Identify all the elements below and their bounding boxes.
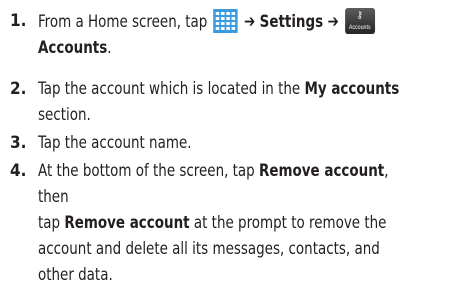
step-text-part: tap <box>38 213 61 233</box>
key-icon: ⚷ <box>356 10 363 21</box>
my-accounts-label: My accounts <box>304 79 400 99</box>
accounts-label: Accounts <box>38 38 108 58</box>
step-text: At the bottom of the screen, tap Remove … <box>38 158 406 288</box>
arrow-icon: ➔ <box>327 12 339 32</box>
step-text-part: account and delete all its messages, con… <box>38 239 380 259</box>
step-number: 3. <box>10 133 27 153</box>
apps-grid-icon <box>213 9 239 33</box>
arrow-icon: ➔ <box>244 12 256 32</box>
accounts-key-icon: ⚷ Accounts <box>344 8 375 34</box>
step-text-part: section. <box>38 105 91 125</box>
step-number: 4. <box>10 161 27 181</box>
instructions-document: 1. From a Home screen, tap ➔ Settings ➔ … <box>0 0 464 285</box>
step-number: 1. <box>10 11 27 31</box>
step-text-part: Tap the account which is located in the <box>38 79 301 99</box>
step-text: Tap the account which is located in the … <box>38 76 406 128</box>
step-text-part: At the bottom of the screen, tap <box>38 161 255 181</box>
step-text: From a Home screen, tap ➔ Settings ➔ ⚷ A… <box>38 8 406 61</box>
step-text-part: Tap the account name. <box>38 133 192 153</box>
step-text: Tap the account name. <box>38 130 406 156</box>
step-text-part: From a Home screen, tap <box>38 12 208 32</box>
accounts-icon-label: Accounts <box>348 25 371 31</box>
step-text-part: at the prompt to remove the <box>193 213 387 233</box>
step-number: 2. <box>10 79 27 99</box>
step-text-part: . <box>107 38 112 58</box>
remove-account-label: Remove account <box>64 213 190 233</box>
step-text-part: other data. <box>38 265 113 285</box>
settings-label: Settings <box>259 12 324 32</box>
remove-account-label: Remove account <box>259 161 385 181</box>
